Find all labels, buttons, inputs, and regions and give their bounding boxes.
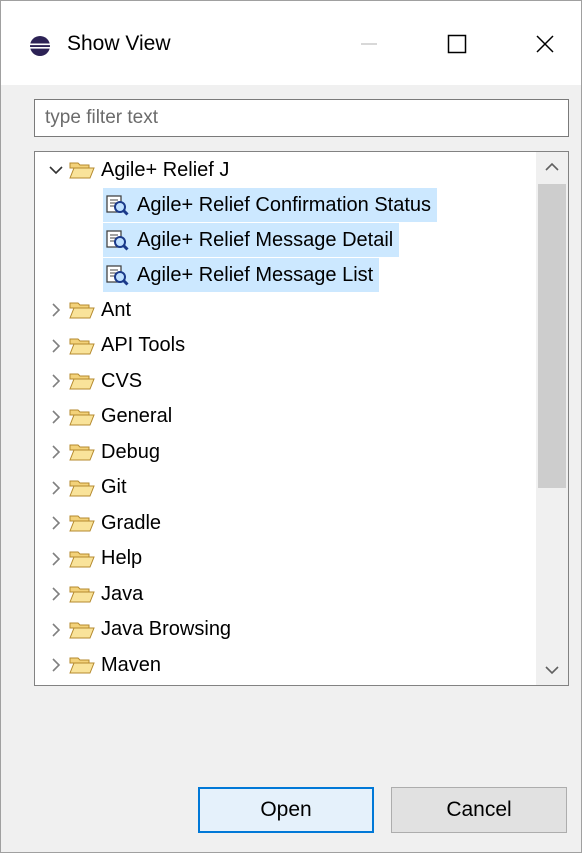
minimize-button[interactable] [341,23,397,65]
tree-item-label: Maven [101,653,162,676]
chevron-right-icon[interactable] [45,364,67,398]
tree-item-label: API Tools [101,334,186,356]
scrollbar-thumb[interactable] [538,184,566,488]
chevron-right-icon[interactable] [45,542,67,576]
tree-item-label: Help [101,547,143,569]
tree-group-java-browsing[interactable]: Java Browsing [45,613,237,647]
tree-item-label: Java Browsing [101,618,232,640]
tree-item-label: Agile+ Relief Confirmation Status [137,193,432,216]
eclipse-icon [29,35,51,57]
folder-open-icon [67,364,97,398]
folder-open-icon [67,400,97,434]
tree-group-debug[interactable]: Debug [45,435,166,469]
tree-group-api-tools[interactable]: API Tools [45,329,191,363]
folder-open-icon [67,613,97,647]
tree-item-confirmation-status[interactable]: Agile+ Relief Confirmation Status [103,188,438,222]
tree-item-message-list[interactable]: Agile+ Relief Message List [103,258,380,292]
maximize-button[interactable] [429,23,485,65]
folder-open-icon [67,506,97,540]
tree-group-gradle[interactable]: Gradle [45,506,167,540]
folder-open-icon [67,329,97,363]
folder-open-icon [67,542,97,576]
tree-group-maven[interactable]: Maven [45,648,167,682]
chevron-right-icon[interactable] [45,471,67,505]
tree-group-ant[interactable]: Ant [45,293,137,327]
chevron-right-icon[interactable] [45,435,67,469]
tree-item-label: Agile+ Relief J [101,158,230,181]
close-button[interactable] [517,23,573,65]
folder-open-icon [67,648,97,682]
tree-item-label: General [101,405,173,427]
tree-item-label: Java [101,582,144,605]
vertical-scrollbar[interactable] [536,152,568,685]
tree-item-label: Gradle [101,511,162,534]
chevron-down-icon[interactable] [45,153,67,187]
view-search-icon [103,258,131,292]
tree-item-label: Agile+ Relief Message Detail [137,228,394,251]
tree-item-message-detail[interactable]: Agile+ Relief Message Detail [103,223,400,257]
close-icon [536,35,554,53]
tree-group-general[interactable]: General [45,400,178,434]
tree-item-label: Debug [101,440,160,463]
minimize-icon [361,43,377,45]
view-tree: Agile+ Relief J Agile+ Relief Confirmati… [34,151,569,686]
dialog-title: Show View [67,32,171,55]
folder-open-icon [67,293,97,327]
chevron-right-icon[interactable] [45,648,67,682]
chevron-right-icon[interactable] [45,506,67,540]
filter-input[interactable] [34,99,569,137]
chevron-right-icon[interactable] [45,293,67,327]
title-bar: Show View [1,1,581,85]
tree-group-help[interactable]: Help [45,542,148,576]
chevron-up-icon [545,162,559,171]
view-search-icon [103,223,131,257]
folder-open-icon [67,577,97,611]
show-view-dialog: Show View type filter text Agile+ Relief… [0,0,582,853]
tree-item-label: CVS [101,369,143,392]
tree-group-git[interactable]: Git [45,471,133,505]
chevron-down-icon [545,666,559,675]
chevron-right-icon[interactable] [45,613,67,647]
open-button[interactable]: Open [198,787,374,833]
scroll-down-button[interactable] [536,655,568,685]
chevron-right-icon[interactable] [45,400,67,434]
folder-open-icon [67,435,97,469]
tree-item-label: Ant [101,298,132,321]
view-search-icon [103,188,131,222]
folder-open-icon [67,153,97,187]
scroll-up-button[interactable] [536,152,568,182]
chevron-right-icon[interactable] [45,577,67,611]
cancel-button[interactable]: Cancel [391,787,567,833]
tree-item-label: Git [101,476,127,498]
tree-group-java[interactable]: Java [45,577,149,611]
tree-group-agile-relief-j[interactable]: Agile+ Relief J [45,153,235,187]
tree-group-cvs[interactable]: CVS [45,364,148,398]
maximize-icon [447,34,467,54]
folder-open-icon [67,471,97,505]
tree-item-label: Agile+ Relief Message List [137,263,374,286]
chevron-right-icon[interactable] [45,329,67,363]
